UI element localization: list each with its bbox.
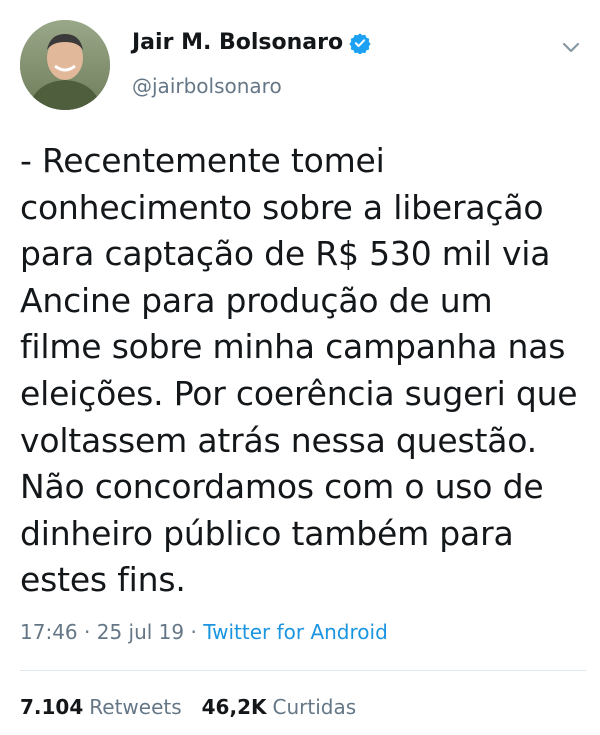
likes-stat[interactable]: 46,2K Curtidas [202, 695, 356, 719]
chevron-down-icon[interactable] [560, 36, 582, 58]
tweet-time[interactable]: 17:46 [20, 620, 78, 644]
tweet-card: Jair M. Bolsonaro @jairbolsonaro - Recen… [0, 0, 600, 735]
retweets-label: Retweets [89, 695, 182, 719]
likes-count: 46,2K [201, 695, 267, 719]
retweets-count: 7.104 [20, 695, 84, 719]
meta-separator: · [184, 620, 204, 644]
retweets-stat[interactable]: 7.104 Retweets [20, 695, 182, 719]
avatar[interactable] [20, 20, 110, 110]
author-name-row[interactable]: Jair M. Bolsonaro [132, 30, 371, 55]
author-handle[interactable]: @jairbolsonaro [132, 74, 282, 98]
divider [20, 670, 586, 671]
tweet-text: - Recentemente tomei conhecimento sobre … [20, 141, 578, 600]
tweet-stats: 7.104 Retweets 46,2K Curtidas [20, 695, 356, 719]
meta-separator: · [77, 620, 97, 644]
tweet-meta: 17:46 · 25 jul 19 · Twitter for Android [20, 620, 388, 644]
author-display-name[interactable]: Jair M. Bolsonaro [132, 30, 343, 55]
tweet-source-link[interactable]: Twitter for Android [203, 620, 388, 644]
tweet-date[interactable]: 25 jul 19 [97, 620, 184, 644]
likes-label: Curtidas [272, 695, 357, 719]
verified-badge-icon [349, 32, 371, 55]
